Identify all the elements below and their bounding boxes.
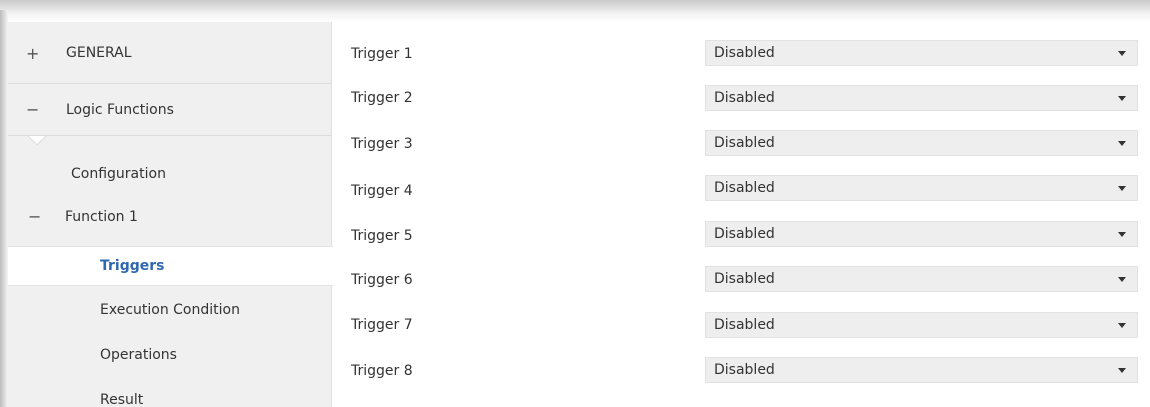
caret-down-icon (1118, 186, 1126, 191)
trigger-dropdown-value: Disabled (714, 90, 775, 106)
trigger-settings-panel: Trigger 1 Disabled Trigger 2 Disabled Tr… (333, 22, 1150, 407)
caret-down-icon (1118, 96, 1126, 101)
caret-down-icon (1118, 141, 1126, 146)
window-top-shadow (0, 0, 1150, 22)
trigger-row: Trigger 3 Disabled (333, 130, 1150, 160)
trigger-dropdown-value: Disabled (714, 180, 775, 196)
trigger-row: Trigger 2 Disabled (333, 85, 1150, 115)
sidebar-item-result[interactable]: Result (8, 388, 332, 407)
trigger-label: Trigger 7 (351, 317, 413, 333)
trigger-dropdown-value: Disabled (714, 317, 775, 333)
caret-down-icon (1118, 323, 1126, 328)
trigger-dropdown[interactable]: Disabled (705, 40, 1138, 66)
trigger-label: Trigger 2 (351, 90, 413, 106)
trigger-label: Trigger 3 (351, 136, 413, 152)
trigger-row: Trigger 7 Disabled (333, 312, 1150, 342)
trigger-dropdown-value: Disabled (714, 135, 775, 151)
sidebar-item-operations-label: Operations (100, 347, 177, 363)
trigger-label: Trigger 6 (351, 272, 413, 288)
window-left-shadow (0, 10, 8, 407)
trigger-row: Trigger 4 Disabled (333, 175, 1150, 205)
trigger-row: Trigger 6 Disabled (333, 266, 1150, 296)
sidebar-item-function-1[interactable]: − Function 1 (8, 205, 332, 235)
sidebar-item-result-label: Result (100, 392, 144, 407)
sidebar-item-configuration-label: Configuration (71, 166, 166, 182)
plus-icon[interactable]: + (26, 44, 39, 63)
trigger-row: Trigger 5 Disabled (333, 221, 1150, 251)
sidebar-section-logic-functions-label: Logic Functions (66, 102, 174, 118)
trigger-dropdown[interactable]: Disabled (705, 266, 1138, 292)
sidebar-item-operations[interactable]: Operations (8, 343, 332, 373)
sidebar: + GENERAL − Logic Functions Configuratio… (8, 22, 334, 407)
trigger-dropdown-value: Disabled (714, 362, 775, 378)
trigger-dropdown-value: Disabled (714, 45, 775, 61)
trigger-dropdown[interactable]: Disabled (705, 221, 1138, 247)
caret-down-icon (1118, 51, 1126, 56)
sidebar-item-function-1-label: Function 1 (65, 209, 138, 225)
trigger-dropdown[interactable]: Disabled (705, 175, 1138, 201)
trigger-row: Trigger 8 Disabled (333, 357, 1150, 387)
minus-icon[interactable]: − (26, 100, 39, 119)
sidebar-item-configuration[interactable]: Configuration (8, 162, 332, 192)
caret-down-icon (1118, 232, 1126, 237)
trigger-dropdown[interactable]: Disabled (705, 312, 1138, 338)
trigger-row: Trigger 1 Disabled (333, 40, 1150, 70)
sidebar-section-logic-functions[interactable]: − Logic Functions (8, 84, 332, 136)
trigger-dropdown[interactable]: Disabled (705, 357, 1138, 383)
sidebar-item-triggers[interactable]: Triggers (8, 246, 334, 286)
trigger-label: Trigger 1 (351, 46, 413, 62)
trigger-dropdown-value: Disabled (714, 226, 775, 242)
trigger-label: Trigger 8 (351, 363, 413, 379)
caret-down-icon (1118, 368, 1126, 373)
section-expanded-notch-icon (28, 136, 46, 146)
sidebar-item-execution-condition-label: Execution Condition (100, 302, 240, 318)
trigger-dropdown[interactable]: Disabled (705, 85, 1138, 111)
sidebar-item-execution-condition[interactable]: Execution Condition (8, 298, 332, 328)
sidebar-item-triggers-label: Triggers (100, 258, 165, 274)
sidebar-section-general[interactable]: + GENERAL (8, 22, 332, 84)
sidebar-section-general-label: GENERAL (66, 45, 132, 61)
minus-icon[interactable]: − (28, 207, 41, 226)
caret-down-icon (1118, 277, 1126, 282)
trigger-label: Trigger 4 (351, 183, 413, 199)
app-window: + GENERAL − Logic Functions Configuratio… (0, 0, 1150, 407)
trigger-label: Trigger 5 (351, 228, 413, 244)
trigger-dropdown-value: Disabled (714, 271, 775, 287)
trigger-dropdown[interactable]: Disabled (705, 130, 1138, 156)
